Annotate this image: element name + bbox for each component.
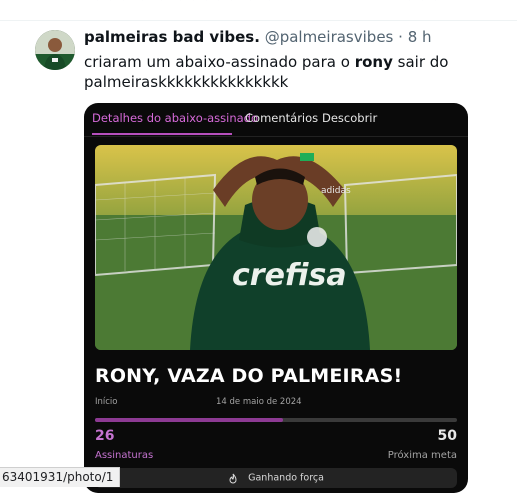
active-tab-indicator bbox=[92, 133, 232, 135]
flame-icon bbox=[229, 473, 237, 483]
goal-count: 50 bbox=[437, 428, 457, 444]
signatures-label: Assinaturas bbox=[95, 450, 154, 461]
petition-tabs: Detalhes do abaixo-assinado Comentários … bbox=[84, 103, 468, 137]
tab-comentarios[interactable]: Comentários bbox=[245, 111, 318, 125]
tweet-time[interactable]: 8 h bbox=[408, 28, 432, 46]
tab-detalhes[interactable]: Detalhes do abaixo-assinado bbox=[92, 111, 258, 125]
petition-title: RONY, VAZA DO PALMEIRAS! bbox=[95, 365, 403, 387]
status-bar-url: 63401931/photo/1 bbox=[0, 467, 121, 487]
signatures-progress-fill bbox=[95, 418, 284, 422]
user-handle[interactable]: @palmeirasvibes bbox=[265, 28, 394, 46]
petition-card[interactable]: Detalhes do abaixo-assinado Comentários … bbox=[84, 103, 468, 493]
tweet-header: palmeiras bad vibes. @palmeirasvibes · 8… bbox=[84, 28, 432, 46]
previous-tweet-edge: ~~ ~~~ ~ ~ ~~~~~ ~ ~ ~~~ bbox=[0, 0, 517, 21]
momentum-badge: Ganhando força bbox=[95, 468, 457, 488]
petition-photo[interactable]: crefisa adidas bbox=[95, 145, 457, 350]
display-name[interactable]: palmeiras bad vibes. bbox=[84, 28, 260, 46]
tweet-text-part1: criaram um abaixo-assinado para o bbox=[84, 53, 355, 71]
tweet-text-bold: rony bbox=[354, 53, 393, 71]
tab-descobrir[interactable]: Descobrir bbox=[322, 111, 377, 125]
previous-tweet-share: ~~~ bbox=[408, 0, 447, 7]
player-photo-image: crefisa adidas bbox=[95, 145, 457, 350]
avatar-image bbox=[35, 30, 75, 70]
momentum-text: Ganhando força bbox=[248, 472, 324, 484]
signatures-count: 26 bbox=[95, 428, 115, 444]
previous-tweet-actions: ~~ ~~~ ~ ~ ~~~~~ ~ ~ bbox=[64, 0, 281, 7]
avatar[interactable] bbox=[35, 30, 75, 70]
sleeve-brand-text: adidas bbox=[321, 186, 351, 196]
tweet-text: criaram um abaixo-assinado para o rony s… bbox=[84, 52, 504, 92]
start-label: Início bbox=[95, 397, 118, 407]
goal-label: Próxima meta bbox=[387, 450, 457, 461]
shirt-sponsor-text: crefisa bbox=[232, 258, 347, 293]
header-separator: · bbox=[398, 28, 403, 46]
start-date: 14 de maio de 2024 bbox=[216, 397, 302, 407]
signatures-progress-bar bbox=[95, 418, 457, 422]
